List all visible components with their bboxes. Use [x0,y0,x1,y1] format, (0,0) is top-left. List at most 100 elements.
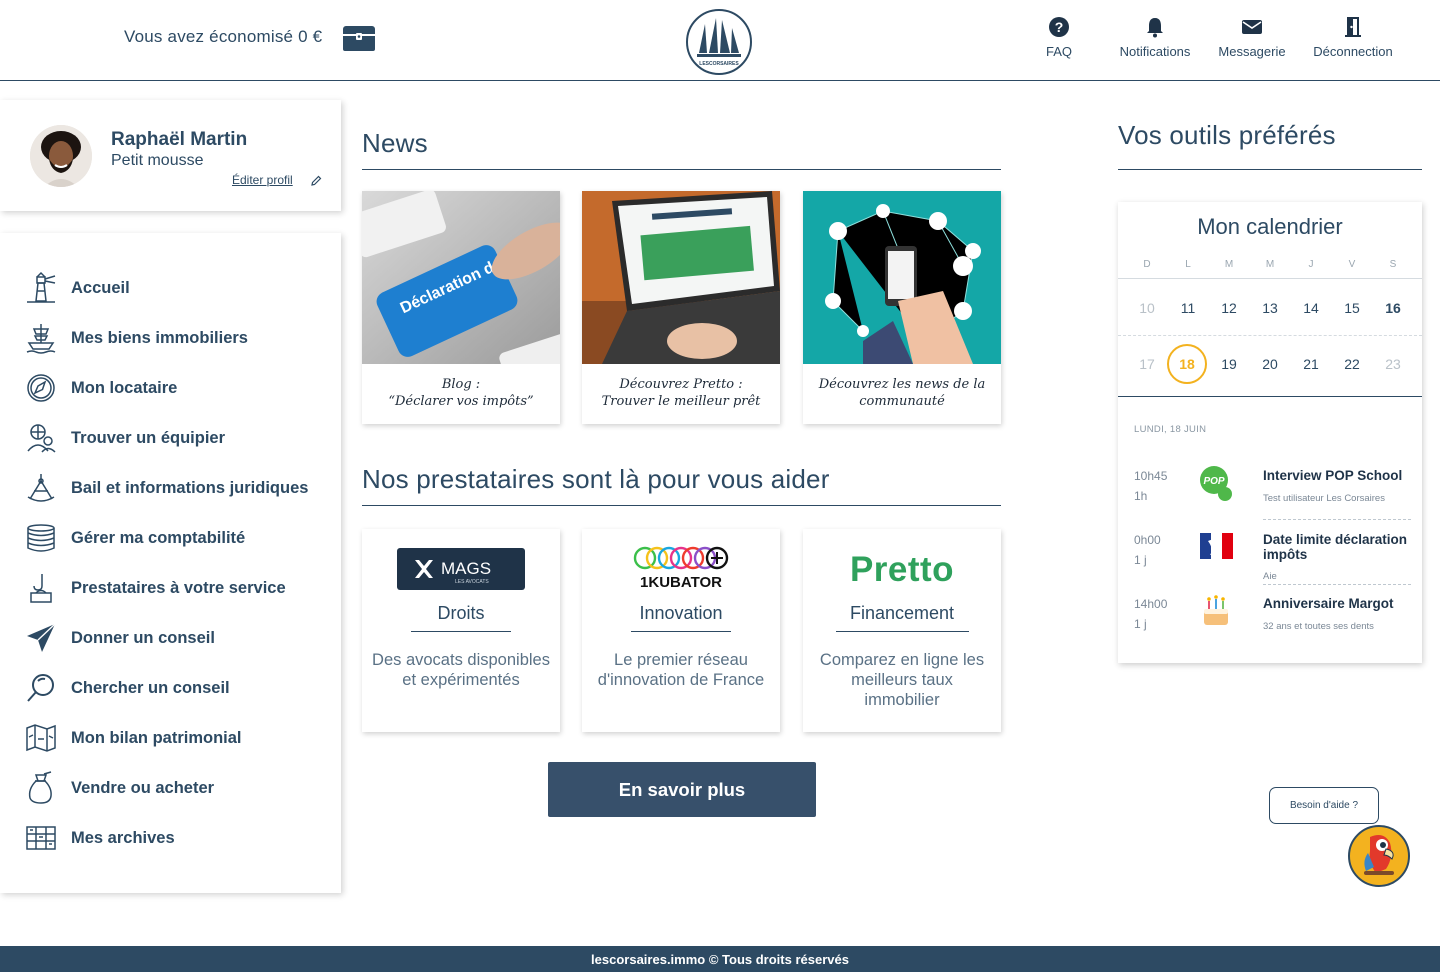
sidebar-item-equipier[interactable]: Trouver un équipier [24,421,334,455]
sidebar-item-prestataires[interactable]: Prestataires à votre service [24,571,334,605]
sidebar-item-biens[interactable]: Mes biens immobiliers [24,321,334,355]
news-caption-line1: Blog : [441,377,481,392]
1kubator-logo-text: 1KUBATOR [640,574,722,591]
calendar-divider [1118,278,1422,279]
top-header: Vous avez économisé 0 € LESCORSAIRES ? F… [0,0,1440,81]
sidebar-nav: Accueil Mes biens immobiliers Mon locata… [0,233,341,893]
calendar-day[interactable]: 13 [1255,300,1285,316]
calendar-day[interactable]: 12 [1214,300,1244,316]
parrot-mascot-icon[interactable] [1346,823,1412,889]
sidebar-item-bilan[interactable]: Mon bilan patrimonial [24,721,334,755]
provider-card-mags[interactable]: MAGS LES AVOCATS Droits Des avocats disp… [362,529,560,732]
mags-logo-subtext: LES AVOCATS [455,579,489,585]
news-card-community[interactable]: Découvrez les news de la communauté [803,191,1001,424]
event-title: Interview POP School [1263,468,1403,483]
calendar-day[interactable]: 15 [1337,300,1367,316]
calendar-day[interactable]: 23 [1378,356,1408,372]
calendar-week-divider [1118,335,1422,336]
event-subtitle: Test utilisateur Les Corsaires [1263,493,1385,504]
calendar-day[interactable]: 16 [1378,300,1408,316]
paper-plane-icon [27,623,56,652]
calendar-day[interactable]: 19 [1214,356,1244,372]
pencil-icon[interactable] [310,175,322,187]
sidebar-item-comptabilite[interactable]: Gérer ma comptabilité [24,521,334,555]
weekday-label: S [1389,259,1397,270]
notifications-link[interactable]: Notifications [1112,16,1198,59]
learn-more-button[interactable]: En savoir plus [548,762,816,817]
hook-icon [30,574,52,603]
calendar-day[interactable]: 14 [1296,300,1326,316]
provider-description: Des avocats disponibles et expérimentés [372,651,550,689]
help-bubble[interactable]: Besoin d'aide ? [1269,787,1379,824]
sidebar-item-label: Accueil [71,279,130,297]
calendar-day[interactable]: 17 [1132,356,1162,372]
provider-category: Financement [849,603,955,623]
news-divider [362,169,1001,170]
footer: lescorsaires.immo © Tous droits réservés [0,946,1440,972]
provider-card-pretto[interactable]: Pretto Financement Comparez en ligne les… [803,529,1001,732]
logout-link[interactable]: Déconnection [1306,16,1400,59]
calendar-day[interactable]: 11 [1173,300,1203,316]
sidebar-item-archives[interactable]: Mes archives [24,821,334,855]
mags-logo: MAGS LES AVOCATS [397,548,525,590]
profile-card: Raphaël Martin Petit mousse Éditer profi… [0,100,341,211]
provider-divider [631,631,731,632]
calendar-day[interactable]: 22 [1337,356,1367,372]
question-circle-icon: ? [1049,17,1069,37]
event-duration: 1 j [1134,617,1147,631]
faq-label: FAQ [1045,44,1072,59]
svg-text:POP: POP [1203,476,1224,487]
sidebar-item-label: Mon bilan patrimonial [71,729,242,747]
sidebar-item-label: Gérer ma comptabilité [71,529,246,547]
sidebar-item-label: Mes archives [71,829,175,847]
sidebar-item-donner-conseil[interactable]: Donner un conseil [24,621,334,655]
sidebar-item-label: Trouver un équipier [71,429,226,447]
event-time: 10h45 [1134,469,1168,483]
magnifier-icon [27,674,54,702]
news-card-pretto[interactable]: Découvrez Pretto : Trouver le meilleur p… [582,191,780,424]
sidebar-item-label: Mes biens immobiliers [71,329,248,347]
lescorsaires-logo[interactable]: LESCORSAIRES [685,8,753,76]
coins-icon [27,524,55,552]
event-duration: 1h [1134,489,1148,503]
event-duration: 1 j [1134,553,1147,567]
bell-icon [1147,18,1163,38]
sidebar-item-bail[interactable]: Bail et informations juridiques [24,471,334,505]
sidebar-item-vendre[interactable]: Vendre ou acheter [24,771,334,805]
faq-link[interactable]: ? FAQ [1040,16,1078,59]
calendar-day[interactable]: 10 [1132,300,1162,316]
sidebar-item-label: Bail et informations juridiques [71,479,309,497]
lighthouse-icon [27,271,56,303]
mags-logo-text: MAGS [441,559,491,578]
provider-description: Comparez en ligne les meilleurs taux imm… [819,651,985,709]
pop-school-logo-icon: POP [1200,466,1232,501]
birthday-cake-icon [1204,595,1228,625]
compass-icon [27,374,55,402]
sidebar-item-accueil[interactable]: Accueil [24,271,334,305]
archive-icon [26,826,56,850]
sidebar-item-chercher-conseil[interactable]: Chercher un conseil [24,671,334,705]
provider-card-1kubator[interactable]: 1KUBATOR Innovation Le premier réseau d'… [582,529,780,732]
tools-divider [1118,169,1422,170]
event-time: 14h00 [1134,597,1168,611]
calendar-day-today[interactable]: 18 [1167,344,1207,384]
news-image-network [803,191,1001,364]
messagerie-link[interactable]: Messagerie [1214,16,1290,59]
news-card-blog[interactable]: Déclaration de revenus Blog : “Déclarer … [362,191,560,424]
calendar-day[interactable]: 20 [1255,356,1285,372]
avatar[interactable] [30,125,92,187]
money-bag-icon [28,771,52,804]
edit-profile-link[interactable]: Éditer profil [232,173,293,187]
calendar-day[interactable]: 21 [1296,356,1326,372]
ship-icon [26,324,56,354]
news-title: News [362,128,428,158]
news-image-laptop [582,191,780,364]
weekday-label: V [1348,259,1356,270]
sidebar-item-locataire[interactable]: Mon locataire [24,371,334,405]
marianne-logo-icon [1200,533,1233,559]
news-caption-line1: Découvrez les news de la [818,377,986,392]
envelope-icon [1242,20,1262,34]
pretto-logo: Pretto [849,550,955,589]
news-caption-line2: “Déclarer vos impôts” [388,394,534,409]
profile-name: Raphaël Martin [111,129,248,150]
